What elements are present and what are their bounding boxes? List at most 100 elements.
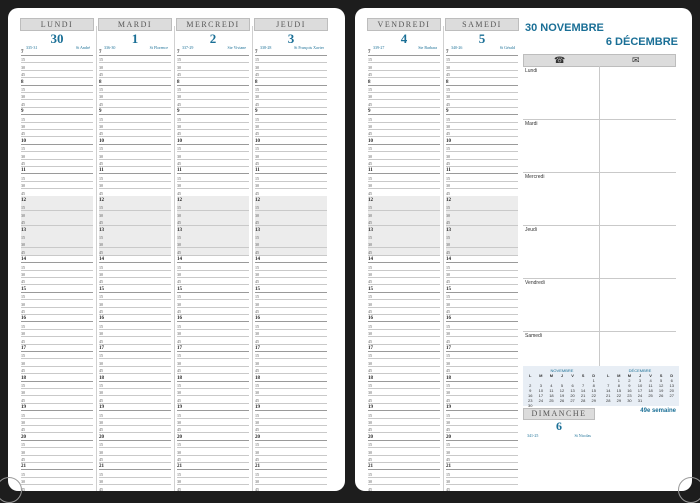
quarter-label: 45 — [368, 457, 372, 462]
envelope-icon: ✉ — [632, 55, 640, 65]
quarter-label: 45 — [255, 220, 259, 226]
hour-label: 11 — [21, 168, 26, 174]
quarter-label: 30 — [21, 183, 25, 189]
hour-label: 9 — [177, 109, 180, 115]
hour-label: 21 — [99, 464, 104, 470]
quarter-label: 15 — [99, 323, 103, 329]
day-header: SAMEDI 5 340-26 St Gérald — [445, 18, 519, 52]
quarter-label: 30 — [21, 390, 25, 396]
day-column: LUNDI 30 335-31 St André 7 15 30 45 8 15 30 45 9 15 30… — [18, 8, 96, 491]
quarter-label: 15 — [21, 205, 25, 211]
quarter-label: 30 — [99, 183, 103, 189]
quarter-label: 30 — [177, 301, 181, 307]
quarter-line[interactable]: 45 — [368, 485, 440, 491]
quarter-line[interactable]: 45 — [177, 485, 249, 491]
quarter-label: 30 — [21, 449, 25, 455]
day-name: VENDREDI — [367, 18, 441, 31]
calendar-day[interactable]: 30 — [624, 398, 635, 403]
quarter-label: 15 — [255, 175, 259, 181]
hour-label: 8 — [21, 79, 24, 85]
quarter-label: 15 — [368, 57, 372, 63]
quarter-label: 15 — [446, 323, 450, 329]
quarter-label: 30 — [99, 301, 103, 307]
quarter-line[interactable]: 45 — [446, 485, 518, 491]
hour-label: 7 — [99, 50, 102, 55]
quarter-label: 15 — [446, 205, 450, 211]
hour-label: 18 — [21, 375, 26, 381]
day-number: 3 — [287, 31, 295, 46]
quarter-label: 45 — [99, 101, 103, 107]
hour-label: 19 — [446, 405, 451, 411]
quarter-label: 45 — [368, 338, 372, 344]
hour-label: 13 — [368, 227, 373, 233]
quarter-label: 15 — [99, 383, 103, 388]
quarter-label: 30 — [255, 94, 259, 100]
calendar-day[interactable] — [656, 398, 667, 403]
page-corner-mark — [0, 477, 22, 503]
hour-label: 15 — [177, 286, 182, 292]
quarter-label: 30 — [255, 272, 259, 277]
quarter-label: 30 — [446, 94, 450, 100]
quarter-label: 45 — [177, 338, 181, 344]
quarter-label: 45 — [177, 397, 181, 403]
quarter-label: 45 — [446, 368, 450, 374]
notes-divider — [599, 66, 600, 366]
calendar-day[interactable]: 29 — [614, 398, 625, 403]
quarter-label: 30 — [21, 94, 25, 100]
hour-label: 14 — [99, 257, 104, 263]
calendar-day[interactable] — [645, 398, 656, 403]
hour-label: 12 — [368, 198, 373, 203]
quarter-label: 15 — [446, 116, 450, 122]
quarter-label: 45 — [177, 190, 181, 196]
quarter-label: 15 — [446, 442, 450, 448]
quarter-line[interactable]: 45 — [21, 485, 93, 491]
quarter-label: 45 — [177, 220, 181, 226]
quarter-label: 15 — [368, 175, 372, 181]
quarter-label: 30 — [255, 479, 259, 485]
quarter-label: 45 — [99, 131, 103, 137]
quarter-label: 45 — [446, 427, 450, 433]
hour-label: 14 — [446, 257, 451, 263]
hour-label: 18 — [99, 375, 104, 381]
telephone-icon: ☎ — [554, 55, 566, 65]
hour-label: 11 — [368, 168, 373, 174]
quarter-label: 45 — [368, 190, 372, 196]
quarter-label: 45 — [99, 190, 103, 196]
hour-label: 10 — [177, 138, 182, 144]
calendar-day[interactable]: 28 — [603, 398, 614, 403]
quarter-label: 30 — [368, 360, 372, 366]
hour-label: 20 — [177, 434, 182, 440]
quarter-label: 45 — [368, 486, 372, 491]
quarter-label: 15 — [177, 87, 181, 92]
quarter-label: 30 — [446, 331, 450, 337]
quarter-label: 30 — [368, 301, 372, 307]
quarter-label: 45 — [177, 368, 181, 374]
hour-label: 19 — [21, 405, 26, 411]
quarter-label: 15 — [99, 353, 103, 359]
quarter-label: 15 — [368, 264, 372, 270]
quarter-label: 30 — [255, 64, 259, 70]
quarter-label: 15 — [21, 442, 25, 448]
quarter-label: 15 — [446, 471, 450, 477]
hour-label: 18 — [177, 375, 182, 381]
quarter-label: 45 — [368, 161, 372, 166]
quarter-label: 30 — [99, 449, 103, 455]
quarter-label: 45 — [446, 101, 450, 107]
quarter-line[interactable]: 45 — [255, 485, 327, 491]
quarter-label: 45 — [255, 338, 259, 344]
quarter-label: 45 — [368, 101, 372, 107]
quarter-label: 15 — [368, 353, 372, 359]
quarter-line[interactable]: 45 — [99, 485, 171, 491]
hour-label: 10 — [255, 138, 260, 144]
calendar-day[interactable] — [666, 398, 677, 403]
quarter-label: 45 — [99, 72, 103, 78]
quarter-label: 30 — [446, 272, 450, 277]
quarter-label: 15 — [177, 412, 181, 418]
quarter-label: 15 — [21, 116, 25, 122]
quarter-label: 45 — [368, 368, 372, 374]
hour-label: 21 — [177, 464, 182, 470]
calendar-day[interactable]: 31 — [635, 398, 646, 403]
quarter-label: 30 — [255, 301, 259, 307]
quarter-label: 30 — [446, 420, 450, 425]
quarter-label: 45 — [21, 131, 25, 137]
